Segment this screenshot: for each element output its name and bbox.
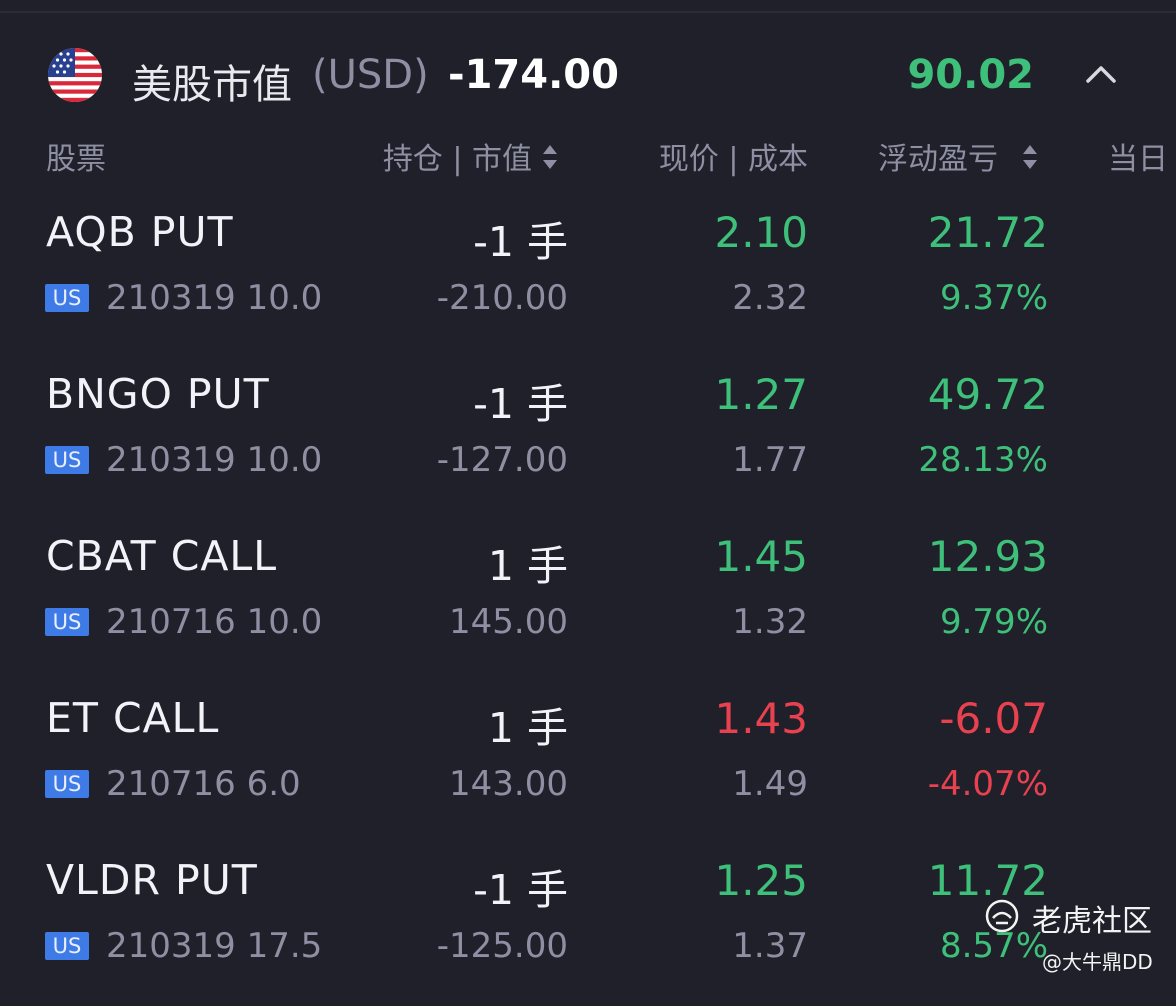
market-badge: US bbox=[45, 284, 89, 312]
row-quantity: -1 手 bbox=[473, 218, 568, 266]
table-row[interactable]: ET CALL US 210716 6.0 1 手 143.00 1.43 1.… bbox=[0, 694, 1176, 844]
column-header-floating-pnl[interactable]: 浮动盈亏 bbox=[878, 134, 1038, 178]
row-price: 1.43 bbox=[714, 694, 808, 743]
row-pnl-percent: 9.37% bbox=[939, 278, 1048, 318]
row-pnl: 12.93 bbox=[927, 532, 1048, 581]
row-pnl: 49.72 bbox=[927, 370, 1048, 419]
row-contract: 210319 10.0 bbox=[106, 278, 323, 318]
row-price: 2.10 bbox=[714, 208, 808, 257]
row-cost: 1.77 bbox=[732, 440, 808, 480]
row-market-value: -127.00 bbox=[436, 440, 568, 480]
row-price: 1.45 bbox=[714, 532, 808, 581]
row-price: 1.27 bbox=[714, 370, 808, 419]
row-quantity: 1 手 bbox=[487, 542, 568, 590]
market-value-title: 美股市值 bbox=[132, 62, 292, 108]
row-pnl-percent: 28.13% bbox=[918, 440, 1048, 480]
table-row[interactable]: BNGO PUT US 210319 10.0 -1 手 -127.00 1.2… bbox=[0, 370, 1176, 520]
sort-icon[interactable] bbox=[1022, 142, 1038, 172]
column-header-position-value-label: 持仓 | 市值 bbox=[382, 142, 532, 177]
row-symbol: CBAT CALL bbox=[46, 532, 278, 580]
row-symbol: BNGO PUT bbox=[46, 370, 270, 418]
row-quantity: -1 手 bbox=[473, 866, 568, 914]
row-contract: 210716 10.0 bbox=[106, 602, 323, 642]
row-contract: 210319 17.5 bbox=[106, 926, 323, 966]
market-badge: US bbox=[45, 446, 89, 474]
row-quantity: 1 手 bbox=[487, 704, 568, 752]
tiger-logo-icon bbox=[984, 898, 1020, 934]
column-header-stock: 股票 bbox=[46, 142, 106, 177]
column-header-price-cost: 现价 | 成本 bbox=[658, 142, 808, 177]
top-divider bbox=[0, 11, 1176, 13]
row-cost: 2.32 bbox=[732, 278, 808, 318]
table-row[interactable]: CBAT CALL US 210716 10.0 1 手 145.00 1.45… bbox=[0, 532, 1176, 682]
row-cost: 1.32 bbox=[732, 602, 808, 642]
us-flag-icon bbox=[48, 48, 102, 102]
market-badge: US bbox=[45, 608, 89, 636]
row-contract: 210716 6.0 bbox=[106, 764, 301, 804]
row-market-value: -210.00 bbox=[436, 278, 568, 318]
row-cost: 1.49 bbox=[732, 764, 808, 804]
currency-label: (USD) bbox=[312, 52, 429, 98]
row-market-value: -125.00 bbox=[436, 926, 568, 966]
floating-pnl-total: 90.02 bbox=[907, 52, 1034, 98]
table-row[interactable]: AQB PUT US 210319 10.0 -1 手 -210.00 2.10… bbox=[0, 208, 1176, 358]
row-market-value: 143.00 bbox=[449, 764, 568, 804]
watermark-user: @大牛鼎DD bbox=[1042, 950, 1153, 974]
row-contract: 210319 10.0 bbox=[106, 440, 323, 480]
market-value-total: -174.00 bbox=[448, 52, 619, 98]
row-pnl: -6.07 bbox=[939, 694, 1048, 743]
watermark-brand-text: 老虎社区 bbox=[1032, 904, 1152, 939]
row-quantity: -1 手 bbox=[473, 380, 568, 428]
row-pnl-percent: -4.07% bbox=[927, 764, 1048, 804]
market-badge: US bbox=[45, 932, 89, 960]
column-header-floating-pnl-label: 浮动盈亏 bbox=[878, 142, 998, 177]
chevron-up-icon[interactable] bbox=[1084, 62, 1118, 86]
us-market-value-header[interactable]: 美股市值 (USD) -174.00 90.02 bbox=[0, 40, 1176, 112]
row-symbol: AQB PUT bbox=[46, 208, 234, 256]
market-badge: US bbox=[45, 770, 89, 798]
row-symbol: VLDR PUT bbox=[46, 856, 258, 904]
sort-icon[interactable] bbox=[542, 142, 558, 172]
row-price: 1.25 bbox=[714, 856, 808, 905]
row-symbol: ET CALL bbox=[46, 694, 220, 742]
row-pnl: 21.72 bbox=[927, 208, 1048, 257]
row-market-value: 145.00 bbox=[449, 602, 568, 642]
column-header-today: 当日 bbox=[1108, 142, 1168, 177]
column-header-position-value[interactable]: 持仓 | 市值 bbox=[383, 134, 558, 178]
row-pnl-percent: 9.79% bbox=[939, 602, 1048, 642]
row-cost: 1.37 bbox=[732, 926, 808, 966]
